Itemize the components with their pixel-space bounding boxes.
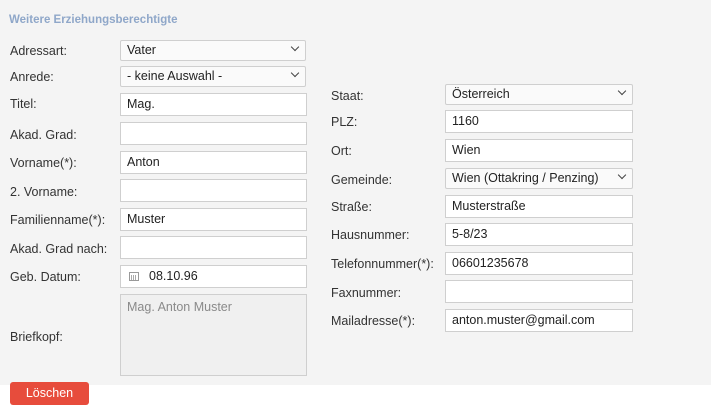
ort-input[interactable]: Wien bbox=[445, 139, 633, 162]
adressart-select[interactable]: Vater bbox=[120, 40, 306, 61]
form-panel: Weitere Erziehungsberechtigte Adressart:… bbox=[0, 0, 711, 385]
akad-grad-nach-label: Akad. Grad nach: bbox=[10, 242, 108, 256]
chevron-down-icon bbox=[617, 86, 627, 96]
titel-label: Titel: bbox=[10, 97, 37, 111]
mailadresse-label: Mailadresse(*): bbox=[331, 314, 416, 328]
calendar-icon[interactable] bbox=[129, 272, 139, 281]
familienname-input[interactable]: Muster bbox=[120, 208, 307, 231]
anrede-select[interactable]: - keine Auswahl - bbox=[120, 66, 306, 87]
adressart-value: Vater bbox=[127, 43, 156, 57]
faxnummer-label: Faxnummer: bbox=[331, 286, 402, 300]
briefkopf-textarea[interactable]: Mag. Anton Muster bbox=[120, 294, 307, 376]
delete-button[interactable]: Löschen bbox=[10, 382, 89, 405]
ort-label: Ort: bbox=[331, 144, 352, 158]
strasse-input[interactable]: Musterstraße bbox=[445, 195, 633, 218]
hausnummer-label: Hausnummer: bbox=[331, 228, 410, 242]
telefonnummer-label: Telefonnummer(*): bbox=[331, 257, 434, 271]
plz-input[interactable]: 1160 bbox=[445, 110, 633, 133]
gemeinde-value: Wien (Ottakring / Penzing) bbox=[452, 171, 599, 185]
anrede-label: Anrede: bbox=[10, 70, 54, 84]
titel-input[interactable]: Mag. bbox=[120, 93, 307, 116]
gemeinde-label: Gemeinde: bbox=[331, 173, 393, 187]
akad-grad-input[interactable] bbox=[120, 122, 307, 145]
geb-datum-value: 08.10.96 bbox=[149, 269, 198, 283]
faxnummer-input[interactable] bbox=[445, 280, 633, 303]
chevron-down-icon bbox=[617, 170, 627, 180]
chevron-down-icon bbox=[290, 68, 300, 78]
staat-value: Österreich bbox=[452, 87, 510, 101]
anrede-value: - keine Auswahl - bbox=[127, 69, 223, 83]
adressart-label: Adressart: bbox=[10, 44, 67, 58]
vorname-label: Vorname(*): bbox=[10, 156, 77, 170]
telefonnummer-input[interactable]: 06601235678 bbox=[445, 252, 633, 275]
section-title: Weitere Erziehungsberechtigte bbox=[9, 14, 178, 26]
vorname2-label: 2. Vorname: bbox=[10, 185, 78, 199]
hausnummer-input[interactable]: 5-8/23 bbox=[445, 223, 633, 246]
vorname-input[interactable]: Anton bbox=[120, 151, 307, 174]
mailadresse-input[interactable]: anton.muster@gmail.com bbox=[445, 309, 633, 332]
geb-datum-input[interactable]: 08.10.96 bbox=[120, 265, 307, 288]
strasse-label: Straße: bbox=[331, 200, 372, 214]
staat-select[interactable]: Österreich bbox=[445, 84, 633, 105]
chevron-down-icon bbox=[290, 42, 300, 52]
geb-datum-label: Geb. Datum: bbox=[10, 270, 81, 284]
staat-label: Staat: bbox=[331, 89, 364, 103]
akad-grad-label: Akad. Grad: bbox=[10, 128, 77, 142]
akad-grad-nach-input[interactable] bbox=[120, 236, 307, 259]
briefkopf-label: Briefkopf: bbox=[10, 330, 63, 344]
familienname-label: Familienname(*): bbox=[10, 213, 106, 227]
plz-label: PLZ: bbox=[331, 115, 358, 129]
vorname2-input[interactable] bbox=[120, 179, 307, 202]
gemeinde-select[interactable]: Wien (Ottakring / Penzing) bbox=[445, 168, 633, 189]
